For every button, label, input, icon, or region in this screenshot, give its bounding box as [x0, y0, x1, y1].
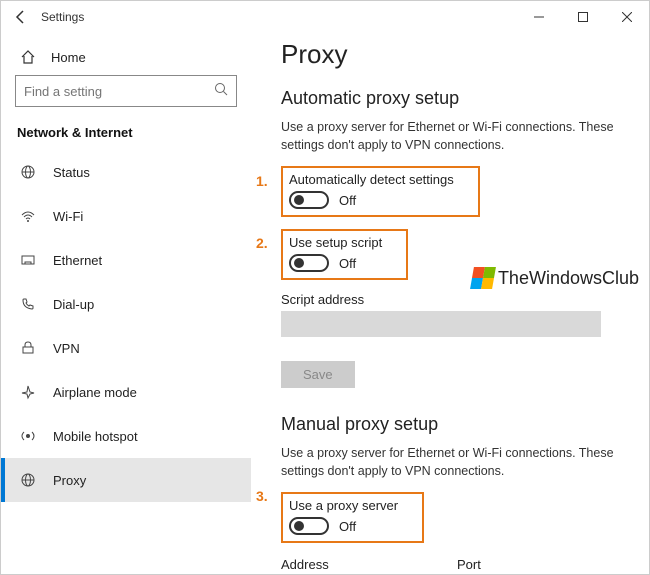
sidebar-nav: Status Wi-Fi Ethernet Dial-up VPN — [1, 150, 251, 574]
search-input[interactable] — [24, 84, 214, 99]
home-icon — [17, 49, 39, 65]
sidebar-item-label: Proxy — [53, 473, 86, 488]
arrow-left-icon — [13, 9, 29, 25]
auto-detect-label: Automatically detect settings — [289, 172, 454, 187]
setup-script-setting: Use setup script Off — [281, 229, 408, 280]
use-proxy-state: Off — [339, 519, 356, 534]
close-button[interactable] — [605, 1, 649, 33]
sidebar-home[interactable]: Home — [1, 41, 251, 75]
use-proxy-setting: Use a proxy server Off — [281, 492, 424, 543]
page-title: Proxy — [281, 39, 649, 70]
content-pane: Proxy Automatic proxy setup Use a proxy … — [251, 33, 649, 574]
setup-script-toggle[interactable] — [289, 254, 329, 272]
globe-icon — [17, 164, 39, 180]
sidebar-item-label: Dial-up — [53, 297, 94, 312]
section-heading-auto: Automatic proxy setup — [281, 88, 649, 109]
script-address-input[interactable] — [281, 311, 601, 337]
watermark-text: TheWindowsClub — [498, 268, 639, 289]
sidebar-item-label: Ethernet — [53, 253, 102, 268]
vpn-icon — [17, 340, 39, 356]
script-address-label: Script address — [281, 292, 649, 307]
sidebar-item-label: Mobile hotspot — [53, 429, 138, 444]
section-heading-manual: Manual proxy setup — [281, 414, 649, 435]
sidebar-section-title: Network & Internet — [1, 121, 251, 150]
close-icon — [622, 12, 632, 22]
use-proxy-label: Use a proxy server — [289, 498, 398, 513]
window-title: Settings — [41, 10, 84, 24]
auto-detect-state: Off — [339, 193, 356, 208]
annotation-1: 1. — [256, 173, 268, 189]
sidebar-item-vpn[interactable]: VPN — [1, 326, 251, 370]
setup-script-label: Use setup script — [289, 235, 382, 250]
ethernet-icon — [17, 252, 39, 268]
sidebar-item-hotspot[interactable]: Mobile hotspot — [1, 414, 251, 458]
port-label: Port — [457, 557, 543, 572]
sidebar-item-dialup[interactable]: Dial-up — [1, 282, 251, 326]
windows-logo-icon — [470, 267, 496, 289]
phone-icon — [17, 296, 39, 312]
titlebar: Settings — [1, 1, 649, 33]
sidebar-item-label: Wi-Fi — [53, 209, 83, 224]
address-label: Address — [281, 557, 441, 572]
wifi-icon — [17, 208, 39, 224]
use-proxy-toggle[interactable] — [289, 517, 329, 535]
maximize-icon — [578, 12, 588, 22]
auto-detect-setting: Automatically detect settings Off — [281, 166, 480, 217]
globe-icon — [17, 472, 39, 488]
annotation-2: 2. — [256, 235, 268, 251]
back-button[interactable] — [7, 3, 35, 31]
minimize-icon — [534, 12, 544, 22]
sidebar-item-status[interactable]: Status — [1, 150, 251, 194]
setup-script-state: Off — [339, 256, 356, 271]
airplane-icon — [17, 384, 39, 400]
minimize-button[interactable] — [517, 1, 561, 33]
sidebar-home-label: Home — [51, 50, 86, 65]
auto-description: Use a proxy server for Ethernet or Wi-Fi… — [281, 119, 621, 154]
search-icon — [214, 82, 228, 101]
hotspot-icon — [17, 428, 39, 444]
sidebar: Home Network & Internet Status Wi — [1, 33, 251, 574]
maximize-button[interactable] — [561, 1, 605, 33]
save-button[interactable]: Save — [281, 361, 355, 388]
sidebar-item-proxy[interactable]: Proxy — [1, 458, 251, 502]
watermark: TheWindowsClub — [472, 267, 639, 289]
search-box[interactable] — [15, 75, 237, 107]
auto-detect-toggle[interactable] — [289, 191, 329, 209]
sidebar-item-label: Status — [53, 165, 90, 180]
annotation-3: 3. — [256, 488, 268, 504]
sidebar-item-wifi[interactable]: Wi-Fi — [1, 194, 251, 238]
sidebar-item-ethernet[interactable]: Ethernet — [1, 238, 251, 282]
manual-description: Use a proxy server for Ethernet or Wi-Fi… — [281, 445, 621, 480]
sidebar-item-label: VPN — [53, 341, 80, 356]
sidebar-item-airplane[interactable]: Airplane mode — [1, 370, 251, 414]
sidebar-item-label: Airplane mode — [53, 385, 137, 400]
